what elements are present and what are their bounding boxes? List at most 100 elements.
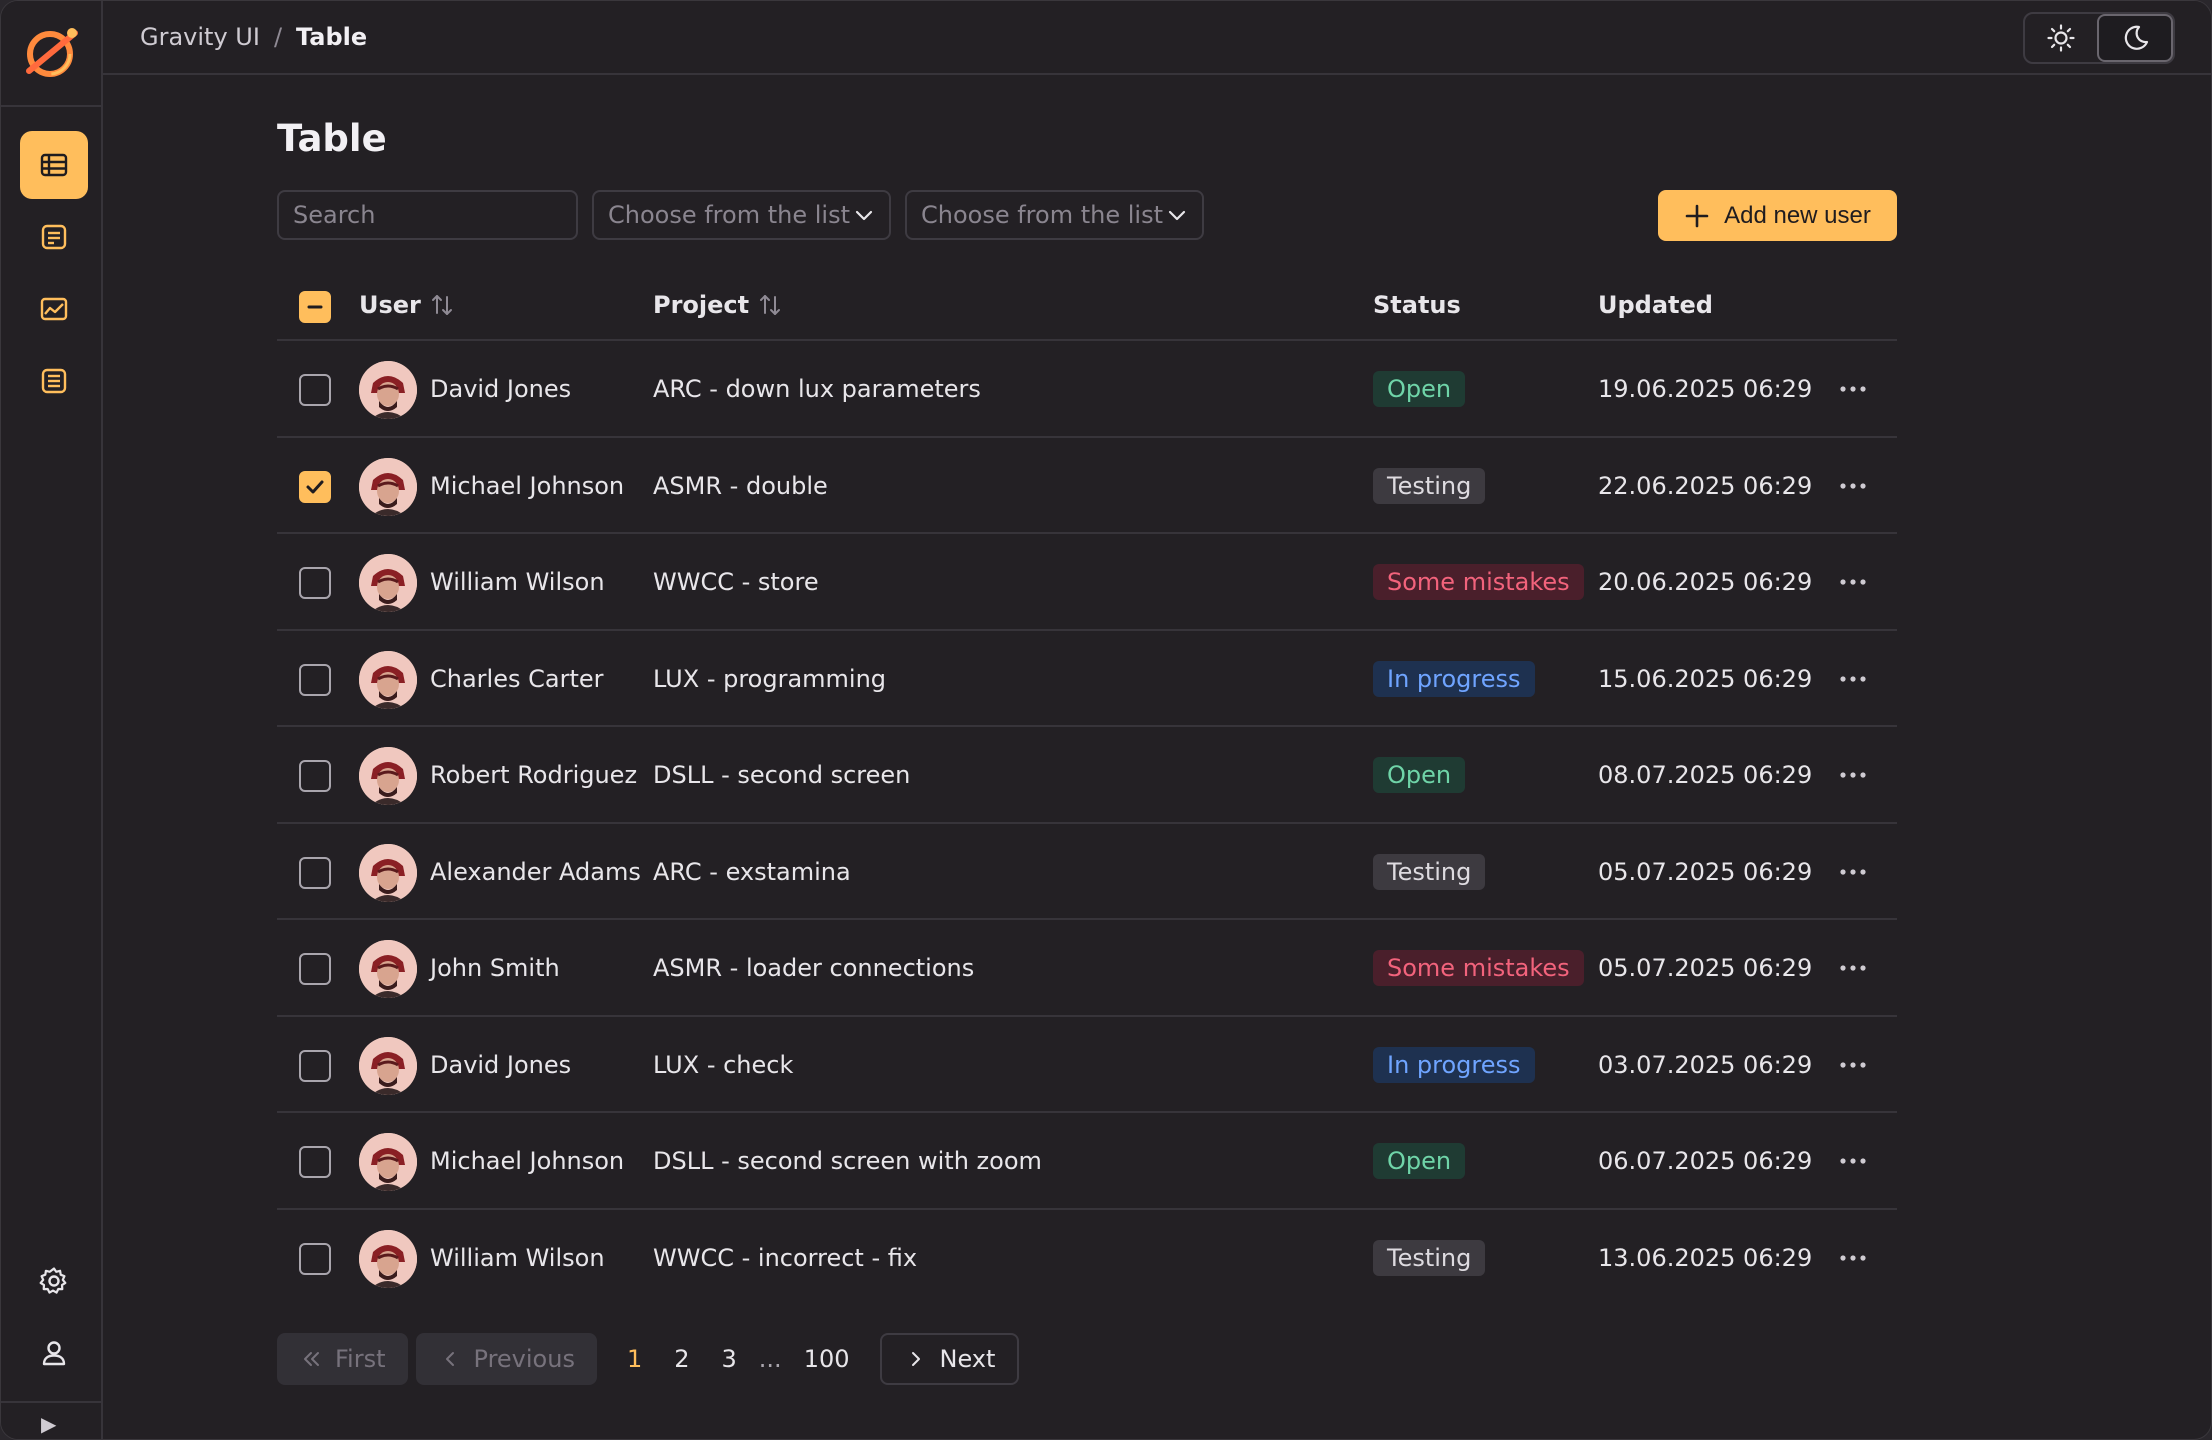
row-actions-button[interactable] [1835,661,1871,697]
double-chevron-left-icon [304,1352,319,1366]
row-checkbox[interactable] [299,1146,331,1178]
row-actions-button[interactable] [1835,950,1871,986]
sidebar: ▶ [1,1,103,1439]
avatar [359,1229,417,1288]
page-3-button[interactable]: 3 [706,1345,753,1373]
avatar-face-icon [359,843,417,902]
avatar [359,747,417,805]
user-name: David Jones [430,375,572,403]
row-checkbox[interactable] [299,663,331,696]
table-row[interactable]: David Jones LUX - check In progress 03.0… [277,1017,1897,1113]
status-badge: Some mistakes [1373,564,1584,600]
next-page-button[interactable]: Next [879,1333,1020,1385]
row-checkbox[interactable] [299,856,331,889]
project-name: LUX - check [653,1050,794,1079]
select-all-checkbox[interactable] [299,291,331,323]
expand-sidebar-icon[interactable]: ▶ [41,1412,56,1436]
table-row[interactable]: William Wilson WWCC - incorrect - fix Te… [277,1210,1897,1307]
updated-timestamp: 05.07.2025 06:29 [1598,857,1813,886]
table-body: David Jones ARC - down lux parameters Op… [277,341,1897,1306]
add-new-user-button[interactable]: Add new user [1658,190,1897,241]
sort-icon[interactable] [757,292,783,318]
column-header-status[interactable]: Status [1373,291,1461,319]
updated-timestamp: 03.07.2025 06:29 [1598,1050,1813,1079]
column-header-updated[interactable]: Updated [1598,291,1713,319]
avatar [359,843,417,902]
sidebar-item-profile[interactable] [20,1319,88,1387]
breadcrumb-root[interactable]: Gravity UI [140,23,260,51]
updated-timestamp: 19.06.2025 06:29 [1598,375,1813,403]
more-horizontal-icon [1840,579,1866,585]
table-row[interactable]: Charles Carter LUX - programming In prog… [277,631,1897,727]
row-actions-button[interactable] [1835,854,1871,890]
chevron-right-icon [911,1352,920,1366]
filter-select-2[interactable]: Choose from the list [905,190,1204,240]
avatar-face-icon [359,747,417,805]
row-actions-button[interactable] [1835,468,1871,504]
sidebar-item-table[interactable] [20,131,88,199]
table-row[interactable]: William Wilson WWCC - store Some mistake… [277,534,1897,631]
status-badge: Open [1373,757,1466,793]
users-table: User Project Status Updated David Jones … [277,271,1897,1306]
sidebar-divider [1,105,101,107]
chevron-down-icon [855,210,873,221]
row-actions-button[interactable] [1835,371,1871,407]
user-name: Robert Rodriguez [430,761,638,789]
column-header-user-label: User [359,291,421,319]
column-header-project[interactable]: Project [653,291,783,319]
filter-select-1[interactable]: Choose from the list [592,190,891,240]
sidebar-item-form[interactable] [20,203,88,271]
table-row[interactable]: Michael Johnson ASMR - double Testing 22… [277,438,1897,534]
avatar-face-icon [359,1036,417,1095]
status-badge: In progress [1373,1046,1535,1083]
user-name: Alexander Adams [430,857,641,886]
row-actions-button[interactable] [1835,1240,1871,1276]
column-header-user[interactable]: User [359,291,455,319]
app-window: ▶ Gravity UI / Table Table Search Choose… [0,0,2212,1440]
row-checkbox[interactable] [299,953,331,985]
gravity-logo-icon[interactable] [23,23,81,81]
project-name: ARC - exstamina [653,857,851,886]
table-row[interactable]: John Smith ASMR - loader connections Som… [277,920,1897,1017]
breadcrumb-current: Table [296,23,368,51]
search-input[interactable] [277,190,578,240]
sort-icon[interactable] [429,292,455,318]
row-checkbox[interactable] [299,1242,331,1275]
sidebar-bottom-divider [1,1401,101,1403]
row-actions-button[interactable] [1835,1143,1871,1179]
status-badge: Open [1373,1143,1466,1179]
user-name: William Wilson [430,568,605,596]
checkmark-icon [306,480,324,493]
row-actions-button[interactable] [1835,757,1871,793]
plus-icon [1685,204,1709,227]
avatar-face-icon [359,1133,417,1191]
table-row[interactable]: David Jones ARC - down lux parameters Op… [277,341,1897,438]
page-100-button[interactable]: 100 [788,1345,866,1373]
row-checkbox[interactable] [299,470,331,503]
table-row[interactable]: Robert Rodriguez DSLL - second screen Op… [277,727,1897,824]
sidebar-item-list[interactable] [20,347,88,415]
row-checkbox[interactable] [299,567,331,599]
row-actions-button[interactable] [1835,1047,1871,1083]
dark-theme-button[interactable] [2097,14,2173,62]
avatar [359,457,417,516]
light-theme-button[interactable] [2025,14,2097,62]
previous-page-button[interactable]: Previous [415,1333,597,1385]
row-checkbox[interactable] [299,760,331,792]
filter-select-1-placeholder: Choose from the list [608,201,850,229]
row-actions-button[interactable] [1835,564,1871,600]
sidebar-item-chart[interactable] [20,275,88,343]
column-header-project-label: Project [653,291,750,319]
table-row[interactable]: Michael Johnson DSLL - second screen wit… [277,1113,1897,1210]
user-name: Charles Carter [430,664,604,693]
first-page-button[interactable]: First [277,1333,408,1385]
sidebar-item-settings[interactable] [20,1247,88,1315]
user-name: John Smith [430,954,560,982]
moon-icon [2124,25,2149,50]
row-checkbox[interactable] [299,374,331,406]
table-row[interactable]: Alexander Adams ARC - exstamina Testing … [277,824,1897,920]
row-checkbox[interactable] [299,1049,331,1082]
page-1-button[interactable]: 1 [611,1345,658,1373]
page-2-button[interactable]: 2 [658,1345,705,1373]
chevron-left-icon [445,1352,454,1366]
